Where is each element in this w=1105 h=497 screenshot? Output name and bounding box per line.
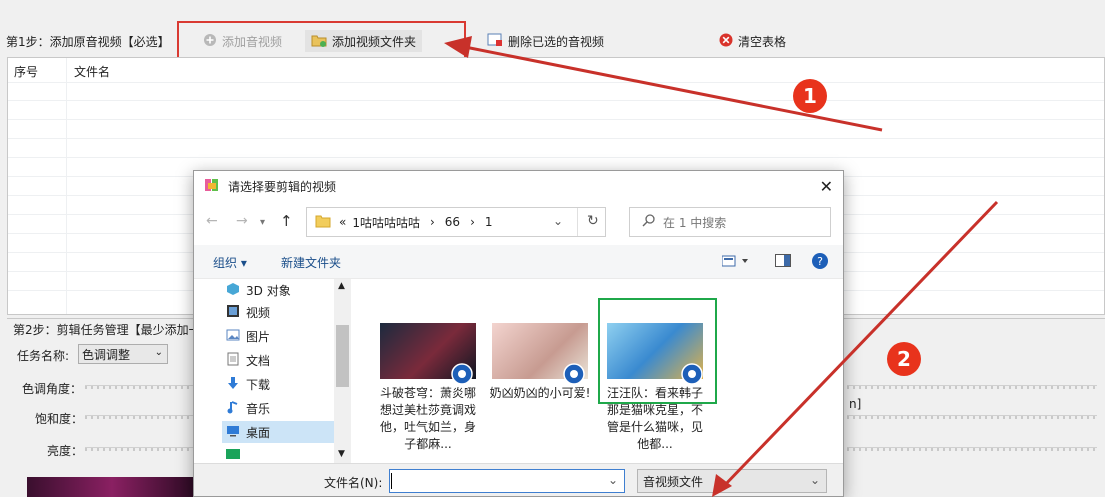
step-marker-2: 2 [887,342,921,376]
app-window: 第1步：添加原音视频【必选】 添加音视频 添加视频文件夹 删除已选的音视频 清空… [0,0,1105,497]
arrow-line-2 [720,200,999,490]
arrow-head-1 [444,36,472,58]
step-marker-1: 1 [793,79,827,113]
annotation-overlay [444,36,999,497]
arrow-head-2 [712,474,732,497]
